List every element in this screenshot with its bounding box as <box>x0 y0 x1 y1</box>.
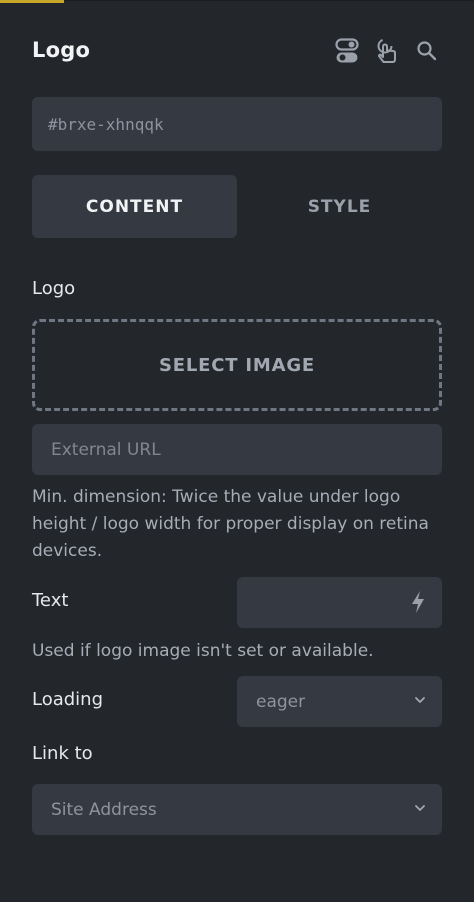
element-id-field[interactable]: #brxe-xhnqqk <box>32 97 442 151</box>
tab-style[interactable]: STYLE <box>237 175 442 238</box>
loading-select[interactable]: eager <box>237 676 442 727</box>
pointer-hand-icon[interactable] <box>372 36 402 66</box>
external-url-input[interactable]: External URL <box>32 424 442 475</box>
element-panel: Logo #brxe-xhnqqk CONTENT STYLE Logo SEL… <box>0 0 474 902</box>
dynamic-data-icon[interactable] <box>406 589 430 615</box>
panel-title: Logo <box>32 38 91 62</box>
search-icon[interactable] <box>412 36 442 66</box>
text-input[interactable] <box>237 577 442 628</box>
select-image-button[interactable]: SELECT IMAGE <box>32 319 442 411</box>
link-to-select[interactable]: Site Address <box>32 784 442 835</box>
text-label: Text <box>32 590 69 611</box>
link-to-label: Link to <box>32 743 93 764</box>
panel-header: Logo <box>32 32 442 68</box>
top-divider <box>64 0 474 1</box>
chevron-down-icon <box>412 800 428 816</box>
chevron-down-icon <box>412 692 428 708</box>
text-hint: Used if logo image isn't set or availabl… <box>32 641 374 661</box>
link-to-selected-value: Site Address <box>51 799 157 820</box>
logo-label: Logo <box>32 278 76 299</box>
loading-selected-value: eager <box>256 691 306 712</box>
loading-label: Loading <box>32 689 104 710</box>
panel-tabs: CONTENT STYLE <box>32 175 442 238</box>
top-accent-bar <box>0 0 64 3</box>
tab-content[interactable]: CONTENT <box>32 175 237 238</box>
toggle-icon[interactable] <box>332 36 362 66</box>
logo-hint: Min. dimension: Twice the value under lo… <box>32 487 429 561</box>
header-actions <box>332 36 442 66</box>
